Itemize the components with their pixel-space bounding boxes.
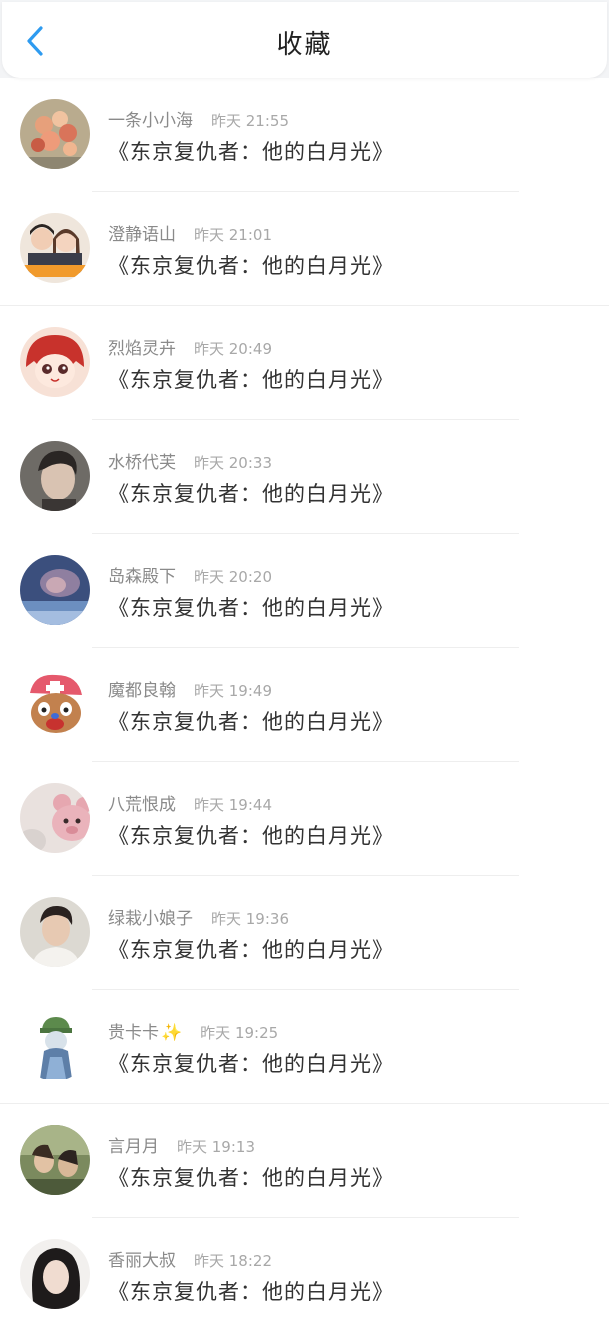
user-name[interactable]: 岛森殿下	[108, 567, 176, 587]
list-item[interactable]: 烈焰灵卉 昨天 20:49 《东京复仇者：他的白月光》	[0, 306, 609, 420]
page-title: 收藏	[276, 30, 333, 60]
timestamp: 昨天 21:55	[211, 112, 289, 130]
favorites-list: 一条小小海 昨天 21:55 《东京复仇者：他的白月光》 澄静语山 昨天 21:01…	[0, 78, 609, 1332]
avatar[interactable]	[20, 555, 90, 625]
item-content[interactable]: 《东京复仇者：他的白月光》	[108, 364, 394, 394]
timestamp: 昨天 18:22	[194, 1252, 272, 1270]
avatar[interactable]	[20, 1125, 90, 1195]
timestamp: 昨天 21:01	[194, 226, 272, 244]
timestamp: 昨天 20:49	[194, 340, 272, 358]
item-content[interactable]: 《东京复仇者：他的白月光》	[108, 820, 394, 850]
avatar[interactable]	[20, 441, 90, 511]
list-item[interactable]: 魔都良翰 昨天 19:49 《东京复仇者：他的白月光》	[0, 648, 609, 762]
user-name[interactable]: 魔都良翰	[108, 681, 176, 701]
item-header: 岛森殿下 昨天 20:20	[108, 562, 272, 587]
user-name[interactable]: 香丽大叔	[108, 1251, 176, 1271]
item-header: 言月月 昨天 19:13	[108, 1132, 255, 1157]
avatar[interactable]	[20, 669, 90, 739]
avatar[interactable]	[20, 1239, 90, 1309]
list-item[interactable]: 绿栽小娘子 昨天 19:36 《东京复仇者：他的白月光》	[0, 876, 609, 990]
item-content[interactable]: 《东京复仇者：他的白月光》	[108, 934, 394, 964]
user-name[interactable]: 绿栽小娘子	[108, 909, 193, 929]
list-item[interactable]: 贵卡卡 ✨ 昨天 19:25 《东京复仇者：他的白月光》	[0, 990, 609, 1104]
item-header: 烈焰灵卉 昨天 20:49	[108, 334, 272, 359]
user-name[interactable]: 澄静语山	[108, 225, 176, 245]
item-content[interactable]: 《东京复仇者：他的白月光》	[108, 1048, 394, 1078]
timestamp: 昨天 19:49	[194, 682, 272, 700]
avatar[interactable]	[20, 783, 90, 853]
item-content[interactable]: 《东京复仇者：他的白月光》	[108, 478, 394, 508]
user-name[interactable]: 烈焰灵卉	[108, 339, 176, 359]
item-header: 一条小小海 昨天 21:55	[108, 106, 289, 131]
avatar[interactable]	[20, 213, 90, 283]
list-item[interactable]: 言月月 昨天 19:13 《东京复仇者：他的白月光》	[0, 1104, 609, 1218]
item-header: 澄静语山 昨天 21:01	[108, 220, 272, 245]
avatar[interactable]	[20, 99, 90, 169]
item-content[interactable]: 《东京复仇者：他的白月光》	[108, 250, 394, 280]
user-name[interactable]: 八荒恨成	[108, 795, 176, 815]
item-content[interactable]: 《东京复仇者：他的白月光》	[108, 592, 394, 622]
user-name[interactable]: 一条小小海	[108, 111, 193, 131]
user-name[interactable]: 言月月	[108, 1137, 159, 1157]
item-content[interactable]: 《东京复仇者：他的白月光》	[108, 1276, 394, 1306]
item-content[interactable]: 《东京复仇者：他的白月光》	[108, 706, 394, 736]
item-content[interactable]: 《东京复仇者：他的白月光》	[108, 136, 394, 166]
item-header: 魔都良翰 昨天 19:49	[108, 676, 272, 701]
header-bar: 收藏	[2, 2, 607, 78]
sparkle-icon: ✨	[161, 1023, 183, 1043]
item-header: 八荒恨成 昨天 19:44	[108, 790, 272, 815]
list-item[interactable]: 岛森殿下 昨天 20:20 《东京复仇者：他的白月光》	[0, 534, 609, 648]
list-item[interactable]: 澄静语山 昨天 21:01 《东京复仇者：他的白月光》	[0, 192, 609, 306]
item-header: 香丽大叔 昨天 18:22	[108, 1246, 272, 1271]
timestamp: 昨天 19:25	[200, 1024, 279, 1042]
timestamp: 昨天 19:36	[211, 910, 289, 928]
timestamp: 昨天 20:33	[194, 454, 272, 472]
item-header: 绿栽小娘子 昨天 19:36	[108, 904, 289, 929]
list-item[interactable]: 一条小小海 昨天 21:55 《东京复仇者：他的白月光》	[0, 78, 609, 192]
user-name[interactable]: 水桥代芙	[108, 453, 176, 473]
item-content[interactable]: 《东京复仇者：他的白月光》	[108, 1162, 394, 1192]
item-header: 贵卡卡 ✨ 昨天 19:25	[108, 1018, 278, 1043]
timestamp: 昨天 20:20	[194, 568, 272, 586]
item-header: 水桥代芙 昨天 20:33	[108, 448, 272, 473]
timestamp: 昨天 19:13	[177, 1138, 255, 1156]
list-item[interactable]: 水桥代芙 昨天 20:33 《东京复仇者：他的白月光》	[0, 420, 609, 534]
list-item[interactable]: 八荒恨成 昨天 19:44 《东京复仇者：他的白月光》	[0, 762, 609, 876]
list-item[interactable]: 香丽大叔 昨天 18:22 《东京复仇者：他的白月光》	[0, 1218, 609, 1332]
user-name[interactable]: 贵卡卡	[108, 1023, 159, 1043]
avatar[interactable]	[20, 327, 90, 397]
avatar[interactable]	[20, 897, 90, 967]
timestamp: 昨天 19:44	[194, 796, 272, 814]
avatar[interactable]	[20, 1011, 90, 1081]
